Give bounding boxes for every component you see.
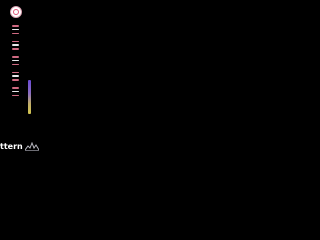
menu-bar-middle bbox=[12, 44, 19, 46]
menu-bar-bottom bbox=[12, 94, 19, 96]
menu-bar-middle bbox=[12, 75, 19, 77]
menu-bar-middle bbox=[12, 28, 19, 31]
avatar-icon bbox=[13, 9, 19, 15]
menu-bar-middle bbox=[12, 59, 19, 62]
menu-item-2[interactable] bbox=[12, 40, 20, 50]
menu-bar-top bbox=[12, 40, 19, 42]
tool-menu-list bbox=[12, 25, 20, 103]
menu-bar-bottom bbox=[12, 79, 19, 81]
avatar-button[interactable] bbox=[10, 6, 22, 18]
menu-bar-top bbox=[12, 87, 19, 89]
menu-item-3[interactable] bbox=[12, 56, 20, 65]
menu-item-1[interactable] bbox=[12, 25, 20, 34]
menu-bar-bottom bbox=[12, 32, 19, 34]
menu-item-4[interactable] bbox=[12, 71, 20, 81]
color-gradient-slider[interactable] bbox=[28, 80, 31, 114]
menu-bar-bottom bbox=[12, 63, 19, 65]
menu-bar-bottom bbox=[12, 48, 19, 50]
menu-bar-middle bbox=[12, 90, 19, 93]
menu-bar-top bbox=[12, 71, 19, 73]
menu-bar-top bbox=[12, 56, 19, 58]
menu-bar-top bbox=[12, 25, 19, 27]
pattern-label: ttern bbox=[0, 142, 23, 151]
menu-item-5[interactable] bbox=[12, 87, 20, 96]
mountain-pattern-icon[interactable] bbox=[25, 142, 39, 151]
app-canvas: ttern bbox=[0, 0, 320, 240]
